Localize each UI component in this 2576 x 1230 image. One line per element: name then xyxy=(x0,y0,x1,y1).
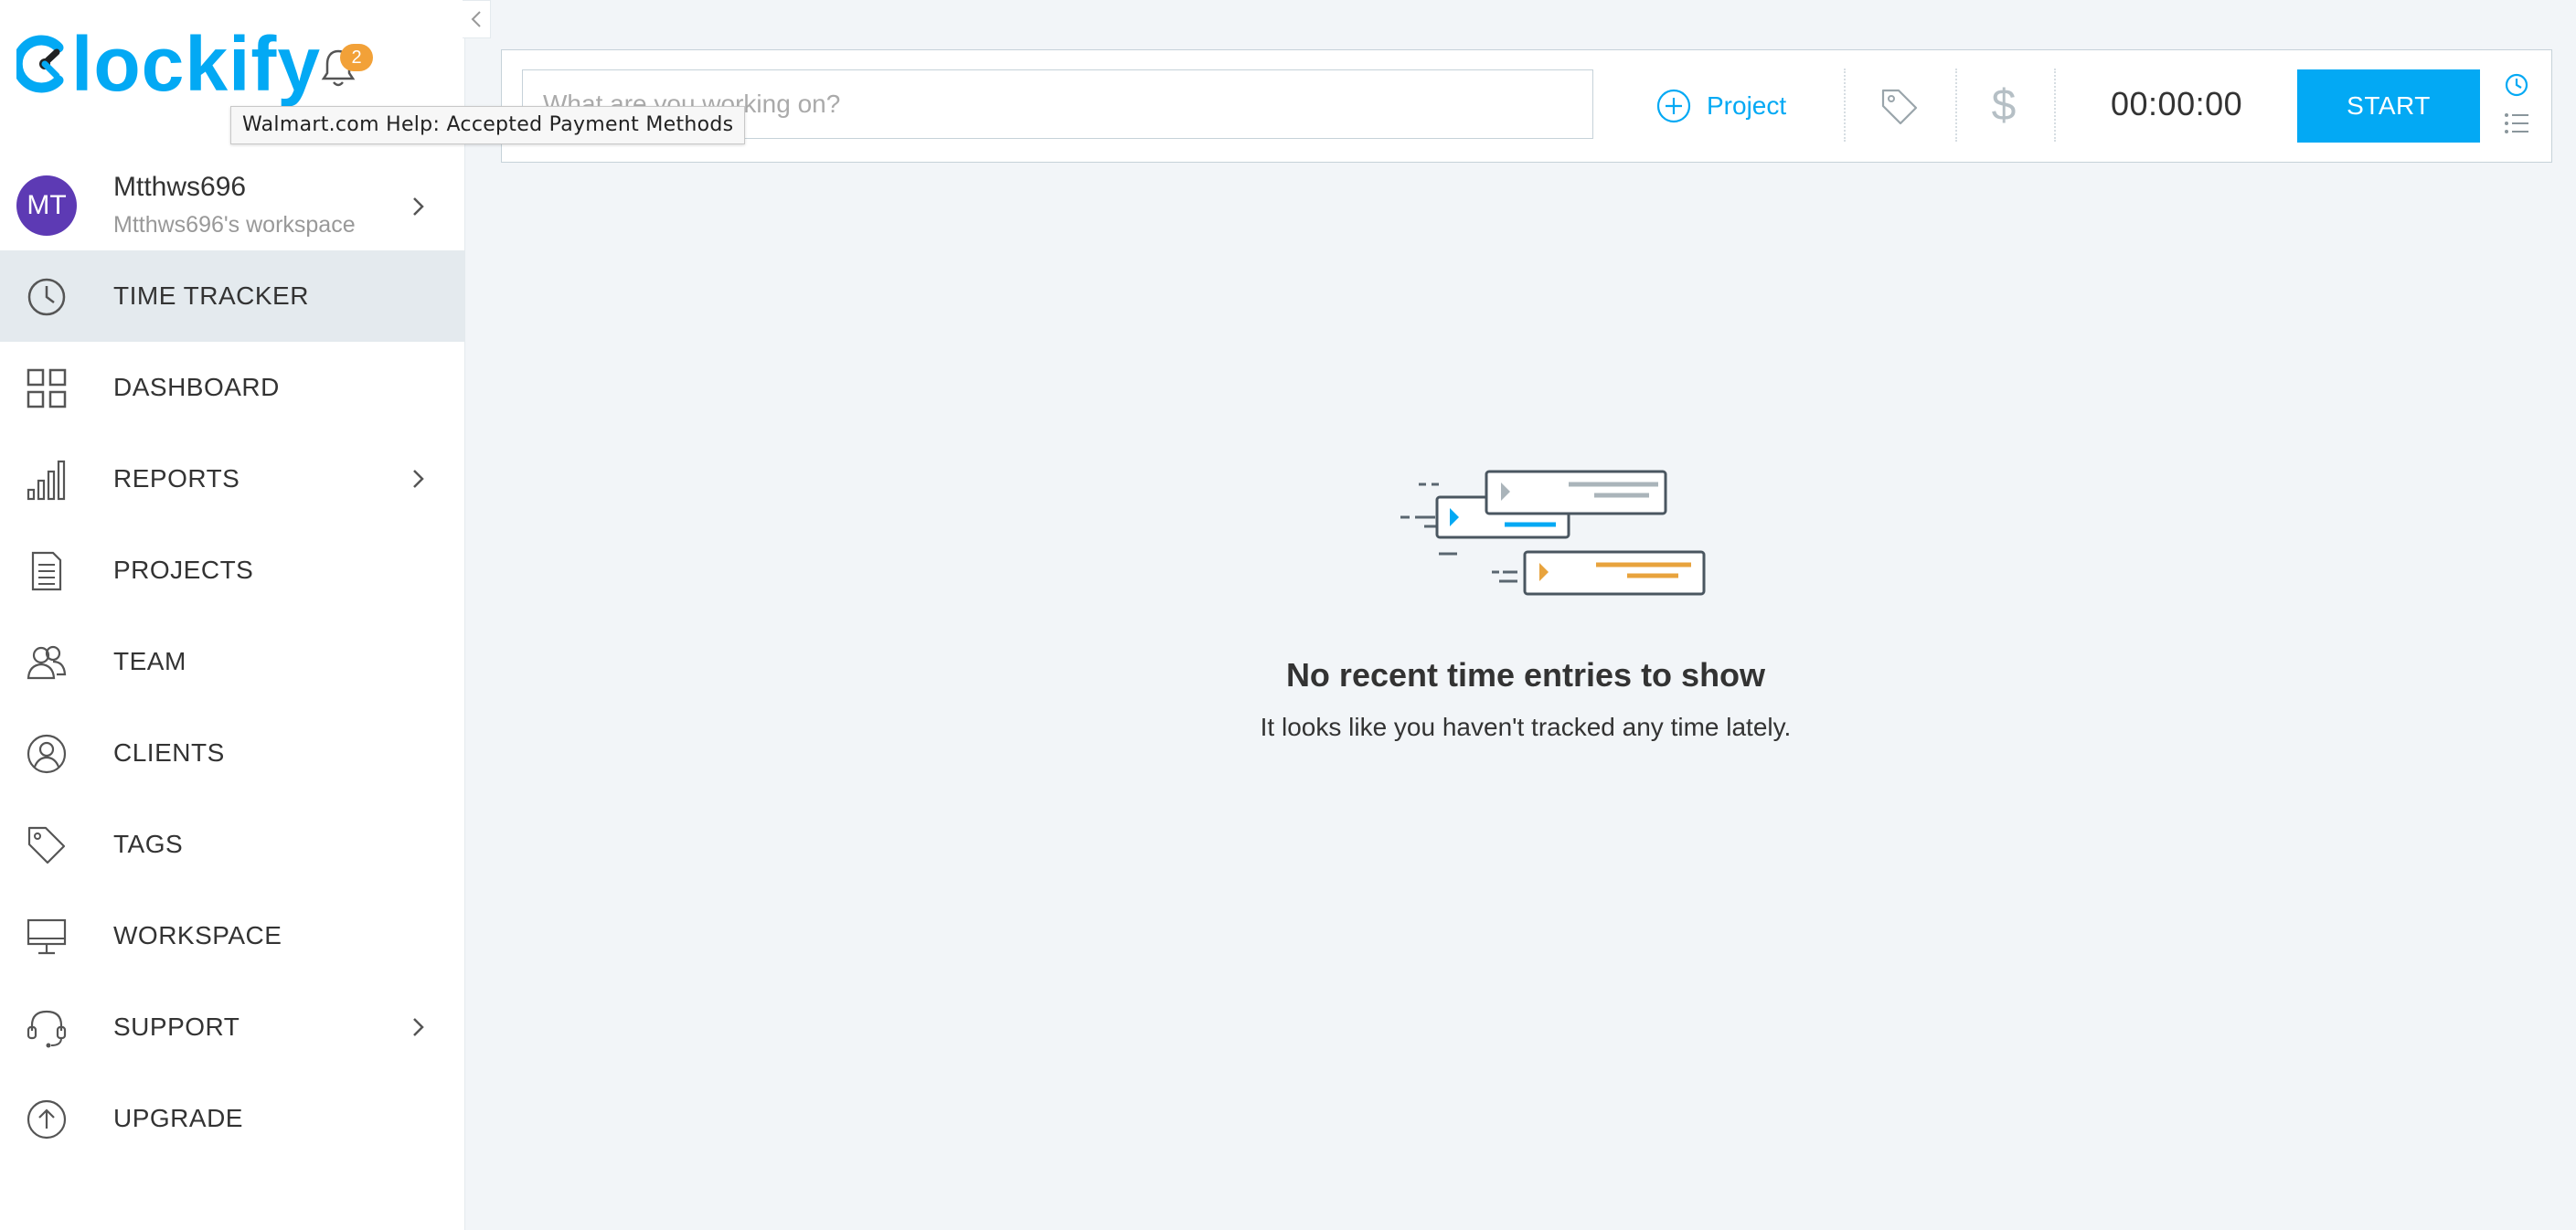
sidebar-item-label: TAGS xyxy=(113,830,184,858)
sidebar-item-label: SUPPORT xyxy=(113,1013,240,1041)
timer-display[interactable]: 00:00:00 xyxy=(2111,85,2242,123)
sidebar-item-time-tracker[interactable]: TIME TRACKER xyxy=(0,250,464,342)
divider xyxy=(1955,69,1957,142)
sidebar-item-label: PROJECTS xyxy=(113,556,254,584)
sidebar-item-dashboard[interactable]: DASHBOARD xyxy=(0,342,464,433)
avatar: MT xyxy=(16,175,77,236)
sidebar-item-tags[interactable]: TAGS xyxy=(0,799,464,890)
browser-tooltip: Walmart.com Help: Accepted Payment Metho… xyxy=(230,106,746,144)
empty-state-title: No recent time entries to show xyxy=(1285,656,1766,694)
bar-chart-icon xyxy=(27,460,66,501)
tag-icon xyxy=(27,826,66,864)
divider xyxy=(2054,69,2056,142)
manual-mode-list-icon[interactable] xyxy=(2504,112,2529,134)
sidebar-item-upgrade[interactable]: UPGRADE xyxy=(0,1073,464,1164)
sidebar-item-label: TEAM xyxy=(113,647,186,675)
empty-state-subtitle: It looks like you haven't tracked any ti… xyxy=(1260,713,1792,741)
chevron-right-icon xyxy=(413,197,424,216)
clockify-logo-mark xyxy=(16,35,64,93)
sidebar-item-reports[interactable]: REPORTS xyxy=(0,433,464,525)
sidebar-item-label: DASHBOARD xyxy=(113,373,280,401)
user-name: Mtthws696 xyxy=(113,172,247,202)
headset-icon xyxy=(27,1010,67,1048)
sidebar-item-clients[interactable]: CLIENTS xyxy=(0,707,464,799)
notification-badge: 2 xyxy=(340,44,373,71)
sidebar-item-label: WORKSPACE xyxy=(113,921,282,949)
document-icon xyxy=(31,551,62,591)
workspace-name: Mtthws696's workspace xyxy=(113,212,356,238)
billable-dollar-icon[interactable]: $ xyxy=(1990,81,2017,131)
chevron-left-icon xyxy=(471,11,481,27)
sidebar-item-team[interactable]: TEAM xyxy=(0,616,464,707)
team-icon xyxy=(27,645,67,680)
sidebar-item-label: UPGRADE xyxy=(113,1104,243,1132)
sidebar: lockify 2 MT Mtthws696 Mtthws696's works… xyxy=(0,0,465,1230)
timer-mode-clock-icon[interactable] xyxy=(2504,72,2529,98)
sidebar-item-label: REPORTS xyxy=(113,464,240,493)
dashboard-grid-icon xyxy=(27,368,67,408)
client-icon xyxy=(27,734,67,774)
sidebar-item-workspace[interactable]: WORKSPACE xyxy=(0,890,464,981)
project-button-label: Project xyxy=(1707,91,1787,120)
sidebar-item-support[interactable]: SUPPORT xyxy=(0,981,464,1073)
tag-icon[interactable] xyxy=(1879,87,1920,127)
start-button[interactable]: START xyxy=(2297,69,2480,143)
plus-circle-icon xyxy=(1656,89,1691,123)
sidebar-item-projects[interactable]: PROJECTS xyxy=(0,525,464,616)
upgrade-arrow-icon xyxy=(27,1099,67,1140)
clock-icon xyxy=(27,278,66,316)
divider xyxy=(1844,69,1846,142)
project-button[interactable]: Project xyxy=(1655,83,1786,129)
sidebar-item-label: TIME TRACKER xyxy=(113,281,309,310)
chevron-right-icon xyxy=(413,1018,424,1036)
user-workspace-switcher[interactable]: MT Mtthws696 Mtthws696's workspace xyxy=(0,163,464,250)
monitor-icon xyxy=(27,918,67,955)
empty-state-illustration xyxy=(1400,470,1706,596)
clockify-logo[interactable]: lockify xyxy=(16,21,322,107)
collapse-sidebar-button[interactable] xyxy=(463,0,491,38)
logo-wordmark: lockify xyxy=(71,21,322,107)
time-tracker-bar: Project $ 00:00:00 START xyxy=(501,49,2552,163)
sidebar-item-label: CLIENTS xyxy=(113,738,225,767)
chevron-right-icon xyxy=(413,470,424,488)
